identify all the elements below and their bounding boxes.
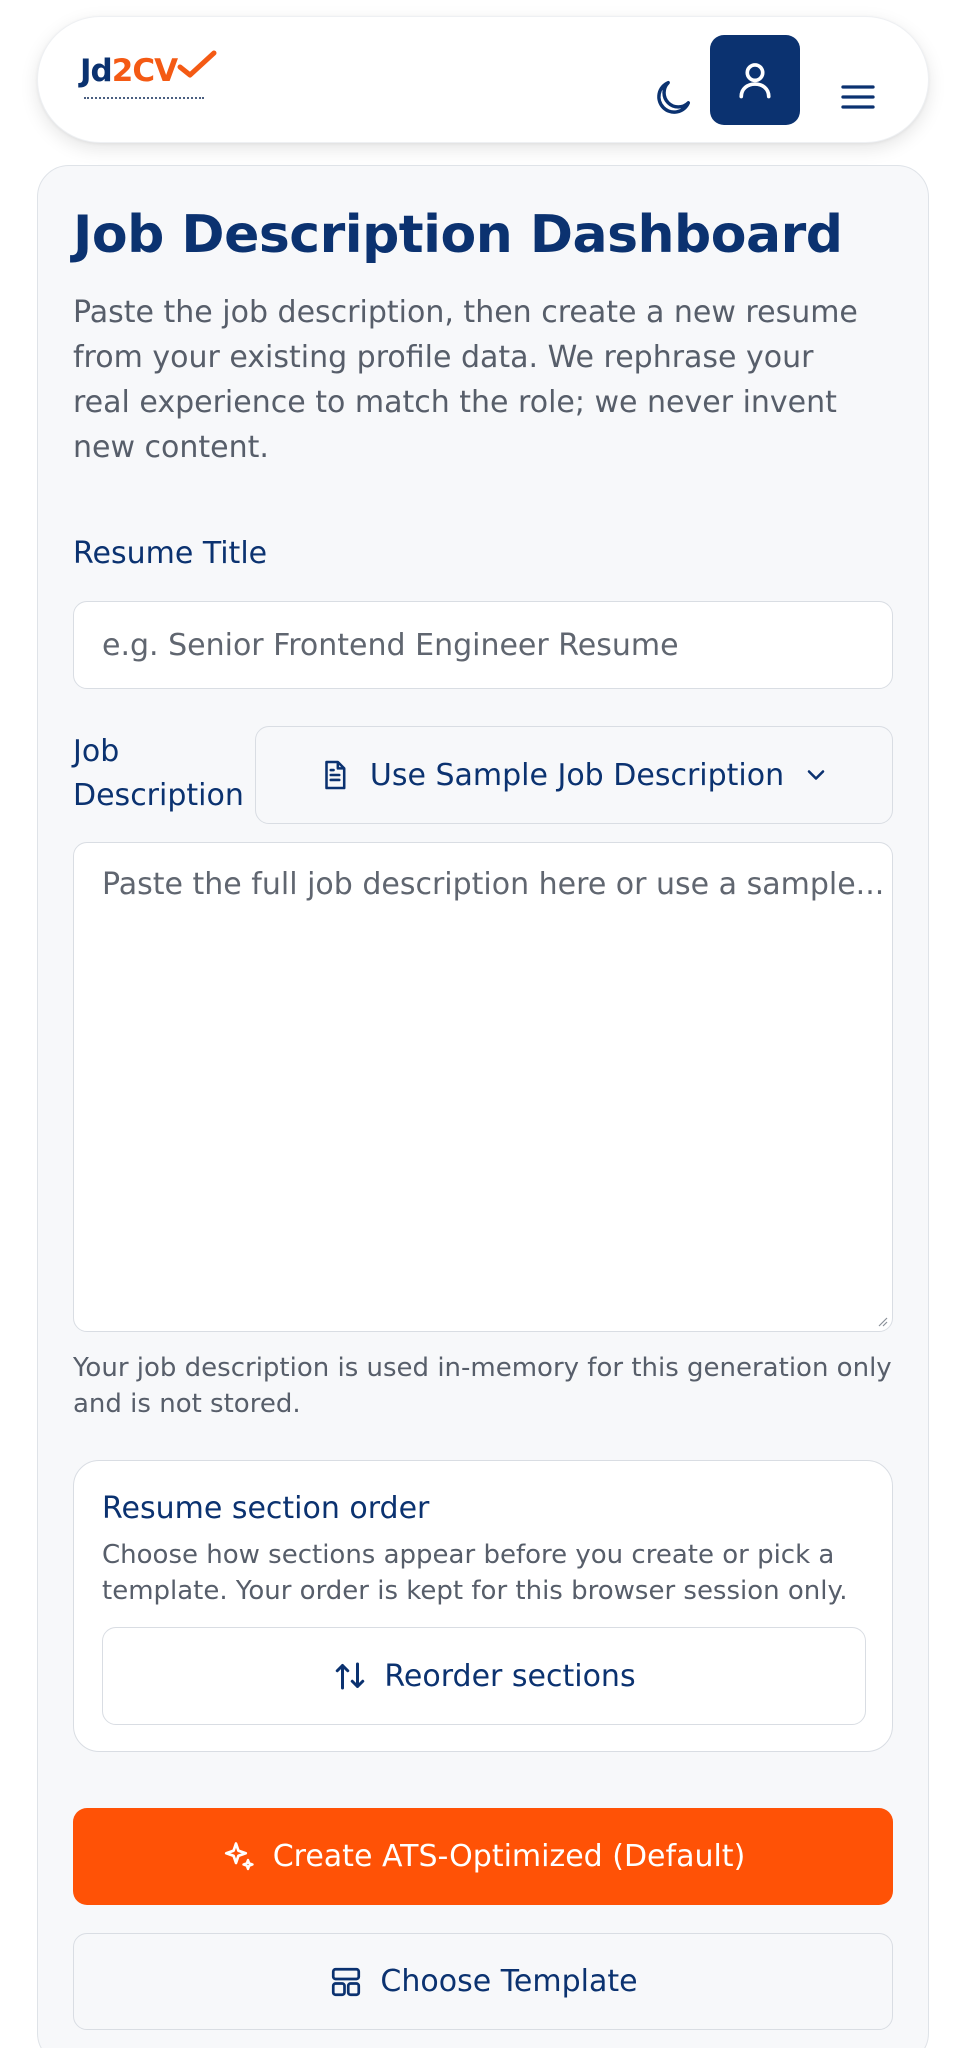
create-ats-optimized-button[interactable]: Create ATS-Optimized (Default) (73, 1808, 893, 1905)
page-intro: Paste the job description, then create a… (73, 295, 858, 465)
resume-title-input[interactable]: e.g. Senior Frontend Engineer Resume (73, 601, 893, 689)
jd2cv-logo[interactable]: Jd2CV (80, 50, 230, 113)
user-icon (739, 63, 771, 99)
choose-template-label: Choose Template (380, 1964, 638, 1999)
theme-toggle-button[interactable] (650, 75, 696, 121)
layout-template-icon (332, 1967, 361, 1996)
document-icon (325, 760, 346, 790)
sparkles-icon (224, 1841, 254, 1870)
resume-title-placeholder: e.g. Senior Frontend Engineer Resume (102, 627, 679, 663)
menu-button[interactable] (838, 77, 878, 117)
logo-checkmark-icon (177, 50, 217, 78)
reorder-sections-button[interactable]: Reorder sections (102, 1627, 866, 1725)
create-button-label: Create ATS-Optimized (Default) (272, 1839, 746, 1874)
page-title: Job Description Dashboard (73, 205, 843, 265)
menu-icon (841, 85, 875, 109)
profile-button[interactable] (710, 35, 800, 125)
chevron-down-icon (807, 770, 825, 780)
logo-tagline-decoration (84, 97, 204, 102)
job-description-label-line2: Description (73, 778, 244, 813)
reorder-button-label: Reorder sections (384, 1658, 636, 1694)
resize-handle-icon[interactable] (878, 1317, 888, 1327)
moon-icon (657, 80, 691, 114)
section-order-description: Choose how sections appear before you cr… (102, 1540, 848, 1606)
top-navbar: Jd2CV (37, 16, 929, 143)
section-order-title: Resume section order (102, 1491, 430, 1526)
page: Jd2CV Job Description Dashboard Paste th… (0, 0, 966, 2048)
sample-button-label: Use Sample Job Description (369, 757, 785, 793)
section-order-panel: Resume section order Choose how sections… (73, 1460, 893, 1752)
resume-title-label: Resume Title (73, 536, 268, 571)
sort-arrows-icon (336, 1662, 365, 1690)
job-description-privacy-note: Your job description is used in-memory f… (73, 1353, 892, 1419)
job-description-placeholder: Paste the full job description here or u… (102, 867, 885, 902)
logo-wordmark: Jd2CV (80, 53, 178, 89)
use-sample-job-description-button[interactable]: Use Sample Job Description (255, 726, 893, 824)
job-description-textarea[interactable]: Paste the full job description here or u… (73, 842, 893, 1332)
job-description-label: Job Description (73, 730, 244, 818)
job-description-label-line1: Job (73, 734, 120, 769)
choose-template-button[interactable]: Choose Template (73, 1933, 893, 2030)
